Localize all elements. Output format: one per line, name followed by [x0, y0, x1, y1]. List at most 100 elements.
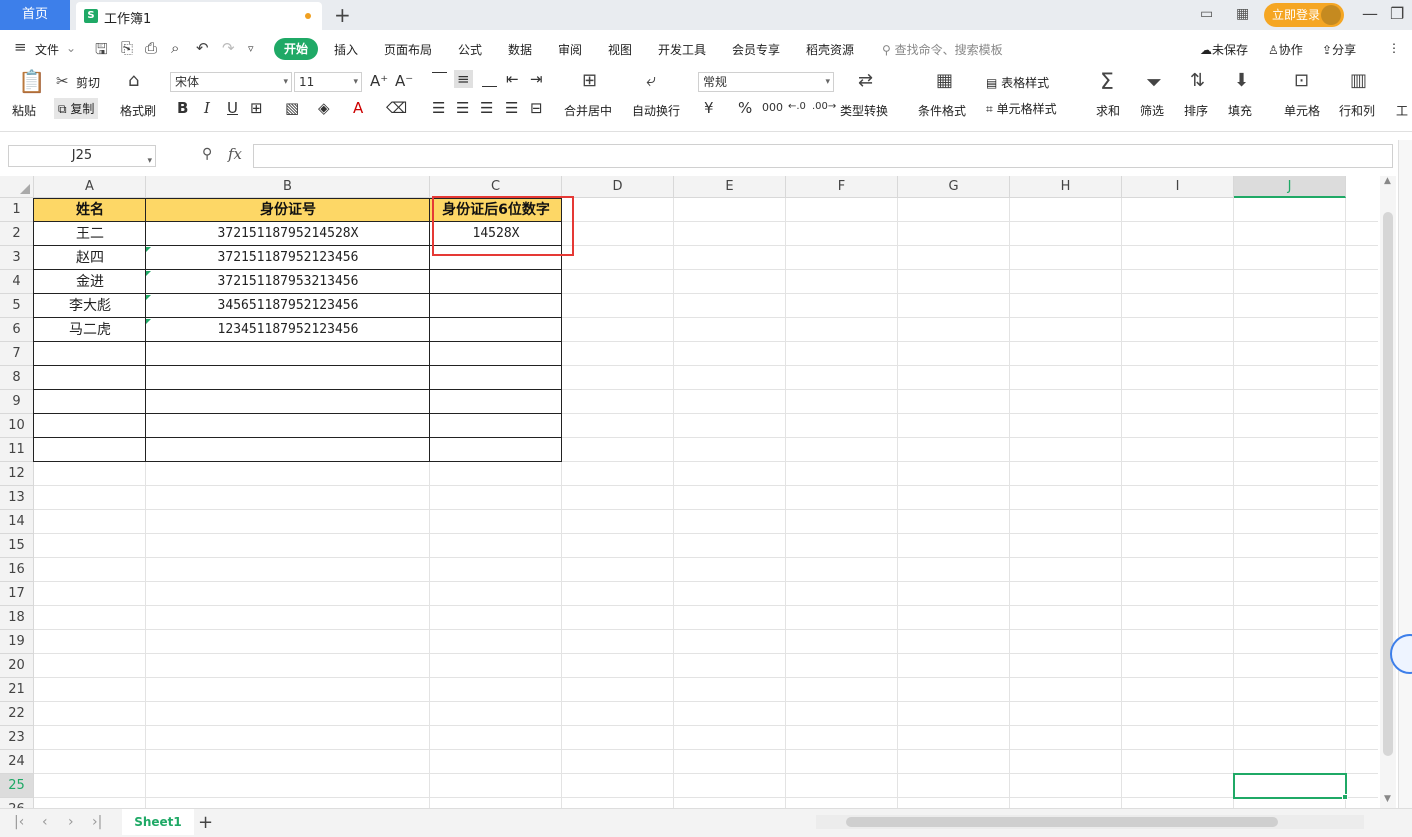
- tab-review[interactable]: 审阅: [558, 41, 582, 58]
- column-header-e[interactable]: E: [674, 176, 786, 198]
- align-middle-icon[interactable]: ≡: [454, 70, 473, 88]
- cell-name[interactable]: 赵四: [34, 246, 146, 270]
- cut-button[interactable]: 剪切: [76, 74, 100, 91]
- sum-button[interactable]: 求和: [1096, 102, 1120, 119]
- print-icon[interactable]: ⎙: [145, 39, 157, 57]
- sum-icon[interactable]: Σ: [1100, 70, 1114, 95]
- justify-icon[interactable]: ☰: [505, 99, 518, 117]
- tab-data[interactable]: 数据: [508, 41, 532, 58]
- scissors-icon[interactable]: ✂: [56, 72, 69, 90]
- hamburger-menu-icon[interactable]: ≡: [14, 38, 27, 56]
- conditional-format-icon[interactable]: ▦: [936, 70, 953, 91]
- cell-id[interactable]: 372151187953213456: [146, 270, 430, 294]
- tab-home[interactable]: 开始: [274, 38, 318, 60]
- column-header-g[interactable]: G: [898, 176, 1010, 198]
- number-as-text-warning-icon[interactable]: [146, 319, 151, 324]
- sort-button[interactable]: 排序: [1184, 102, 1208, 119]
- cell-icon[interactable]: ⊡: [1294, 70, 1309, 91]
- row-header-21[interactable]: 21: [0, 678, 34, 702]
- filter-icon[interactable]: ⏷: [1146, 70, 1162, 94]
- font-color-icon[interactable]: A: [353, 99, 363, 117]
- scroll-up-icon[interactable]: ▲: [1384, 176, 1391, 186]
- vertical-scrollbar[interactable]: ▲ ▼: [1380, 176, 1396, 808]
- cell-button[interactable]: 单元格: [1284, 102, 1320, 119]
- merge-center-button[interactable]: 合并居中: [564, 102, 612, 119]
- first-sheet-icon[interactable]: |‹: [14, 814, 24, 830]
- number-format-select[interactable]: 常规 ▾: [698, 72, 834, 92]
- paste-icon[interactable]: 📋: [18, 70, 45, 95]
- collab-button[interactable]: ♙协作: [1268, 41, 1303, 58]
- new-tab-plus-icon[interactable]: +: [334, 3, 351, 27]
- format-painter-button[interactable]: 格式刷: [120, 102, 156, 119]
- insert-function-button[interactable]: fx: [228, 145, 242, 163]
- cell-name[interactable]: 王二: [34, 222, 146, 246]
- italic-icon[interactable]: I: [204, 99, 210, 117]
- unsaved-button[interactable]: ☁未保存: [1200, 41, 1248, 58]
- row-header-6[interactable]: 6: [0, 318, 34, 342]
- horizontal-scrollbar[interactable]: [816, 815, 1364, 829]
- save-icon[interactable]: 🖫: [95, 39, 108, 64]
- conditional-format-button[interactable]: 条件格式: [918, 102, 966, 119]
- fill-pattern-icon[interactable]: ▧: [285, 99, 299, 117]
- increase-decimal-icon[interactable]: ←.0: [788, 101, 806, 112]
- row-header-24[interactable]: 24: [0, 750, 34, 774]
- row-header-1[interactable]: 1: [0, 198, 34, 222]
- number-as-text-warning-icon[interactable]: [146, 271, 151, 276]
- fill-color-icon[interactable]: ◈: [318, 99, 330, 117]
- row-header-19[interactable]: 19: [0, 630, 34, 654]
- borders-icon[interactable]: ⊞: [250, 99, 263, 117]
- font-name-select[interactable]: 宋体 ▾: [170, 72, 292, 92]
- distributed-icon[interactable]: ⊟: [530, 99, 543, 117]
- number-as-text-warning-icon[interactable]: [146, 295, 151, 300]
- minimize-icon[interactable]: —: [1362, 4, 1378, 23]
- align-left-icon[interactable]: ☰: [432, 99, 445, 117]
- layout-icon[interactable]: ▭: [1200, 6, 1213, 22]
- cell-last6[interactable]: [430, 294, 562, 318]
- table-style-button[interactable]: ▤ 表格样式: [986, 74, 1049, 91]
- underline-icon[interactable]: U: [227, 99, 238, 117]
- restore-icon[interactable]: ❐: [1390, 4, 1404, 23]
- sort-icon[interactable]: ⇅: [1190, 70, 1205, 91]
- row-header-22[interactable]: 22: [0, 702, 34, 726]
- cell-id[interactable]: 345651187952123456: [146, 294, 430, 318]
- row-header-3[interactable]: 3: [0, 246, 34, 270]
- select-all-corner[interactable]: [0, 176, 34, 198]
- row-header-17[interactable]: 17: [0, 582, 34, 606]
- tab-member[interactable]: 会员专享: [732, 41, 780, 58]
- selected-cell-j25[interactable]: [1233, 773, 1347, 799]
- row-header-5[interactable]: 5: [0, 294, 34, 318]
- cell-id[interactable]: 37215118795214528X: [146, 222, 430, 246]
- column-header-j[interactable]: J: [1234, 176, 1346, 198]
- fill-button[interactable]: 填充: [1228, 102, 1252, 119]
- wrap-text-icon[interactable]: ⤶: [646, 70, 656, 91]
- row-header-9[interactable]: 9: [0, 390, 34, 414]
- tab-formulas[interactable]: 公式: [458, 41, 482, 58]
- indent-decrease-icon[interactable]: ⇤: [506, 70, 519, 88]
- row-header-4[interactable]: 4: [0, 270, 34, 294]
- zoom-search-icon[interactable]: ⚲: [202, 146, 212, 162]
- decrease-font-icon[interactable]: A⁻: [395, 72, 413, 90]
- more-options-icon[interactable]: ⋮: [1388, 41, 1400, 55]
- column-header-i[interactable]: I: [1122, 176, 1234, 198]
- next-sheet-icon[interactable]: ›: [68, 814, 74, 830]
- column-header-d[interactable]: D: [562, 176, 674, 198]
- row-header-15[interactable]: 15: [0, 534, 34, 558]
- clear-format-icon[interactable]: ⌫: [386, 99, 407, 117]
- number-as-text-warning-icon[interactable]: [146, 247, 151, 252]
- row-header-2[interactable]: 2: [0, 222, 34, 246]
- vertical-scroll-thumb[interactable]: [1383, 212, 1393, 756]
- customize-chevron-icon[interactable]: ▿: [248, 42, 254, 55]
- align-center-icon[interactable]: ☰: [456, 99, 469, 117]
- row-header-14[interactable]: 14: [0, 510, 34, 534]
- prev-sheet-icon[interactable]: ‹: [42, 814, 48, 830]
- cell-name[interactable]: 马二虎: [34, 318, 146, 342]
- row-header-7[interactable]: 7: [0, 342, 34, 366]
- cell-style-button[interactable]: ⌗ 单元格样式: [986, 100, 1057, 117]
- percent-icon[interactable]: %: [738, 99, 752, 117]
- currency-icon[interactable]: ¥: [704, 99, 714, 117]
- type-convert-button[interactable]: 类型转换: [840, 102, 888, 119]
- side-panel[interactable]: [1398, 140, 1412, 808]
- paste-button[interactable]: 粘贴: [12, 102, 36, 119]
- export-icon[interactable]: ⎘: [121, 39, 133, 57]
- column-header-c[interactable]: C: [430, 176, 562, 198]
